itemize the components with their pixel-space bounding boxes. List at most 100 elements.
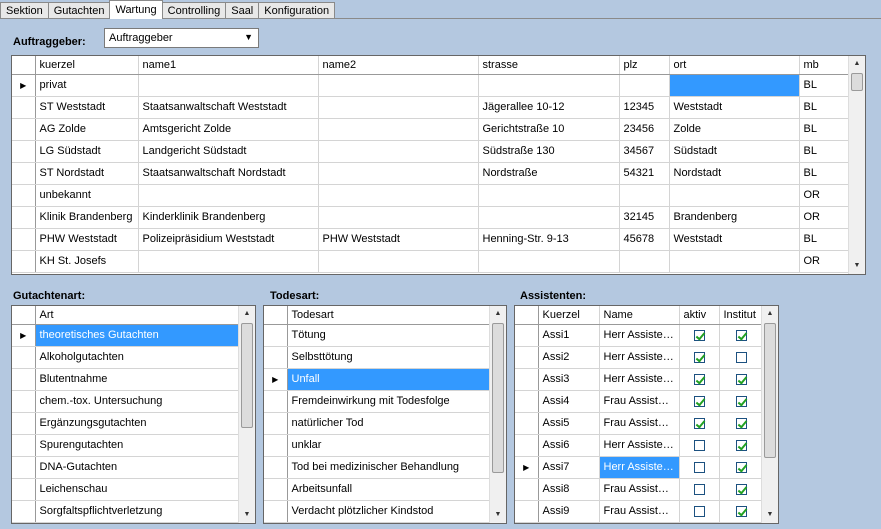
row-selector[interactable] [12,368,36,391]
table-cell[interactable]: 32145 [619,206,670,229]
table-row[interactable]: Assi4 Frau Assisten... [515,390,764,413]
scroll-thumb[interactable] [851,73,863,91]
table-cell[interactable] [318,118,479,141]
scroll-thumb[interactable] [241,323,253,428]
table-cell[interactable] [138,74,319,97]
list-item-label[interactable]: Ergänzungsgutachten [35,412,241,435]
aktiv-checkbox[interactable] [693,461,705,473]
list-item[interactable]: Ergänzungsgutachten [12,412,241,435]
table-cell[interactable] [669,74,800,97]
aktiv-cell[interactable] [679,368,720,391]
list-item[interactable]: Alkoholgutachten [12,346,241,369]
name-cell[interactable]: Herr Assistent1 [599,324,680,347]
todesart-column-header[interactable]: Todesart [287,306,492,325]
list-item-label[interactable]: Tötung [287,324,492,347]
row-selector[interactable] [264,324,288,347]
table-cell[interactable]: Polizeipräsidium Weststadt [138,228,319,251]
row-selector[interactable] [264,346,288,369]
table-cell[interactable] [669,184,800,207]
table-cell[interactable]: Klinik Brandenberg [35,206,139,229]
row-selector[interactable] [12,500,36,523]
kuerzel-cell[interactable]: Assi5 [538,412,600,435]
institut-checkbox[interactable] [735,373,747,385]
institut-checkbox[interactable] [735,439,747,451]
scroll-down-icon[interactable]: ▼ [239,507,255,523]
list-item-label[interactable]: Verdacht plötzlicher Kindstod [287,500,492,523]
aktiv-cell[interactable] [679,478,720,501]
table-row[interactable]: ST Weststadt Staatsanwaltschaft Weststadt… [12,96,851,119]
table-cell[interactable] [478,206,620,229]
table-cell[interactable] [478,74,620,97]
list-item[interactable]: Arbeitsunfall [264,478,492,501]
table-cell[interactable] [138,250,319,273]
aktiv-checkbox[interactable] [693,439,705,451]
institut-cell[interactable] [719,456,764,479]
row-selector[interactable] [515,368,539,391]
table-cell[interactable] [669,250,800,273]
row-selector[interactable] [12,412,36,435]
table-cell[interactable]: Staatsanwaltschaft Nordstadt [138,162,319,185]
list-item[interactable]: Fremdeinwirkung mit Todesfolge [264,390,492,413]
auftraggeber-column-header[interactable]: name2 [318,56,479,75]
table-cell[interactable]: OR [799,250,851,273]
table-cell[interactable]: Jägerallee 10-12 [478,96,620,119]
name-cell[interactable]: Herr Assistent6 [599,434,680,457]
row-selector[interactable] [515,390,539,413]
aktiv-cell[interactable] [679,390,720,413]
table-cell[interactable]: Henning-Str. 9-13 [478,228,620,251]
table-cell[interactable]: Südstadt [669,140,800,163]
table-cell[interactable]: BL [799,96,851,119]
row-selector[interactable] [12,478,36,501]
list-item-label[interactable]: Selbsttötung [287,346,492,369]
table-row[interactable]: PHW Weststadt Polizeipräsidium Weststadt P… [12,228,851,251]
institut-checkbox[interactable] [735,417,747,429]
tab-gutachten[interactable]: Gutachten [47,2,111,19]
table-cell[interactable]: Nordstadt [669,162,800,185]
list-item-label[interactable]: theoretisches Gutachten [35,324,241,347]
table-cell[interactable]: BL [799,118,851,141]
table-row[interactable]: Assi6 Herr Assistent6 [515,434,764,457]
list-item-label[interactable]: Spurengutachten [35,434,241,457]
row-selector[interactable] [12,434,36,457]
aktiv-checkbox[interactable] [693,329,705,341]
table-cell[interactable]: unbekannt [35,184,139,207]
row-selector[interactable]: ▶ [12,324,36,347]
table-cell[interactable] [318,162,479,185]
list-item[interactable]: Spurengutachten [12,434,241,457]
institut-checkbox[interactable] [735,461,747,473]
kuerzel-cell[interactable]: Assi6 [538,434,600,457]
scroll-up-icon[interactable]: ▲ [762,306,778,322]
list-item[interactable]: Verdacht plötzlicher Kindstod [264,500,492,523]
row-selector[interactable] [12,184,36,207]
institut-checkbox[interactable] [735,329,747,341]
institut-checkbox[interactable] [735,351,747,363]
table-cell[interactable]: Südstraße 130 [478,140,620,163]
row-selector[interactable] [264,500,288,523]
aktiv-cell[interactable] [679,324,720,347]
assistenten-column-header[interactable]: Kuerzel [538,306,600,325]
institut-checkbox[interactable] [735,483,747,495]
row-selector[interactable] [515,500,539,523]
row-selector[interactable] [515,346,539,369]
list-item-label[interactable]: Leichenschau [35,478,241,501]
kuerzel-cell[interactable]: Assi8 [538,478,600,501]
row-selector[interactable] [264,434,288,457]
list-item[interactable]: Tod bei medizinischer Behandlung [264,456,492,479]
table-cell[interactable] [318,96,479,119]
assistenten-column-header[interactable]: aktiv [679,306,720,325]
table-row[interactable]: KH St. Josefs OR [12,250,851,273]
list-item-label[interactable]: Blutentnahme [35,368,241,391]
institut-cell[interactable] [719,412,764,435]
gutachtenart-column-header[interactable]: Art [35,306,241,325]
aktiv-cell[interactable] [679,500,720,523]
row-selector[interactable] [515,434,539,457]
row-selector[interactable] [515,412,539,435]
scroll-up-icon[interactable]: ▲ [490,306,506,322]
table-cell[interactable] [318,184,479,207]
table-cell[interactable] [478,184,620,207]
table-cell[interactable]: Weststadt [669,228,800,251]
aktiv-cell[interactable] [679,456,720,479]
table-cell[interactable]: 45678 [619,228,670,251]
name-cell[interactable]: Herr Assistent7 [599,456,680,479]
assistenten-grid[interactable]: Kuerzel Name aktiv Institut Assi1 Herr Assist… [514,305,779,524]
